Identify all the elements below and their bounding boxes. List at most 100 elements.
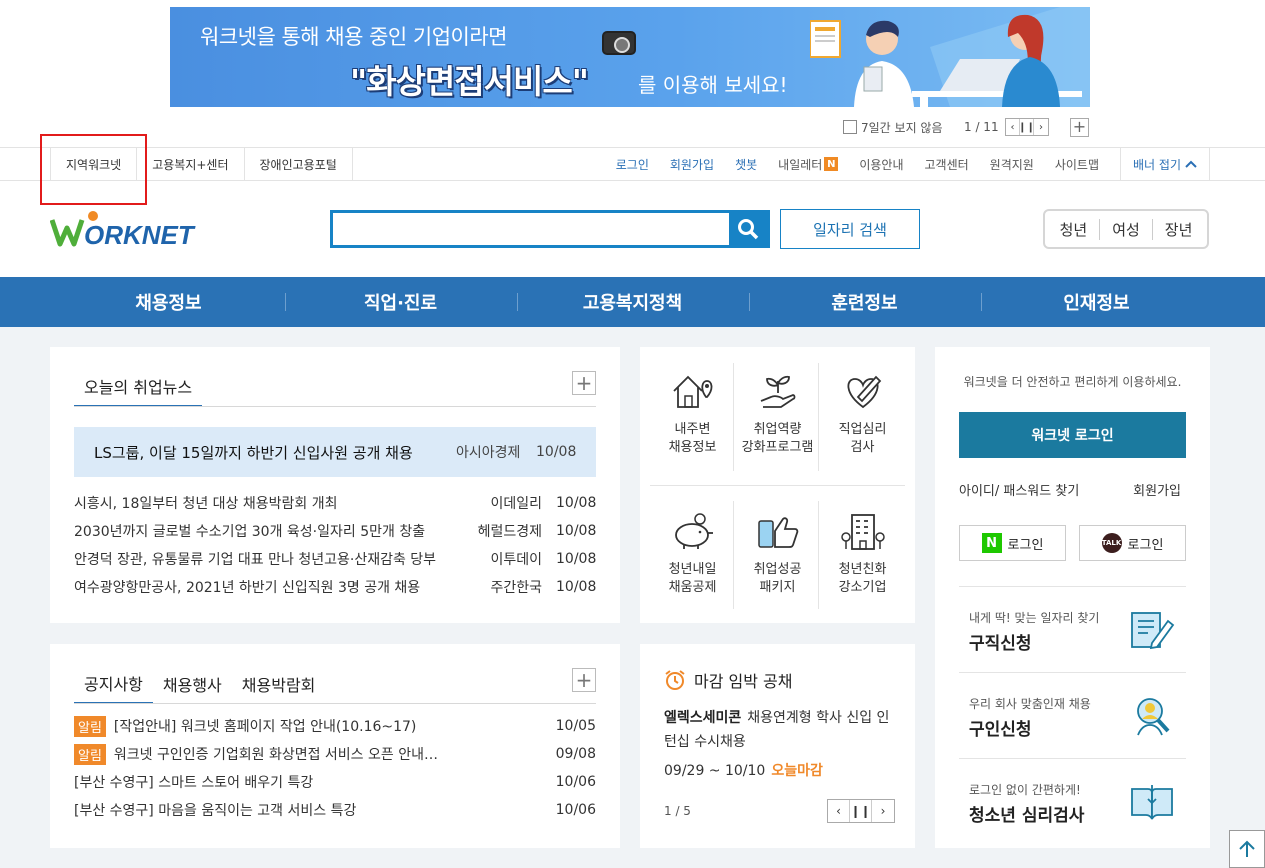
audience-youth[interactable]: 청년	[1048, 219, 1100, 240]
tab-fair[interactable]: 채용박람회	[232, 664, 326, 704]
find-id-link[interactable]: 아이디/ 패스워드 찾기	[959, 480, 1079, 499]
quick-label: 강소기업	[838, 580, 887, 595]
quick-label: 취업성공	[753, 562, 802, 577]
deadline-prev-button[interactable]: ‹	[828, 800, 850, 822]
login-message: 워크넷을 더 안전하고 편리하게 이용하세요.	[963, 375, 1182, 389]
news-item[interactable]: 여수광양항만공사, 2021년 하반기 신입직원 3명 공개 채용 주간한국 1…	[74, 573, 596, 601]
news-headline[interactable]: LS그룹, 이달 15일까지 하반기 신입사원 공개 채용 아시아경제 10/0…	[74, 427, 596, 477]
tab-notice[interactable]: 공지사항	[74, 664, 153, 704]
banner-next-button[interactable]: ›	[1034, 119, 1048, 135]
quick-label: 검사	[850, 440, 875, 455]
camera-icon	[602, 31, 636, 55]
nav-recruit[interactable]: 채용정보	[53, 277, 285, 327]
open-book-icon	[1131, 785, 1173, 820]
worknet-login-button[interactable]: 워크넷 로그인	[959, 412, 1186, 458]
banner-pause-button[interactable]: ❙❙	[1018, 119, 1035, 135]
notice-item[interactable]: 알림 [작업안내] 워크넷 홈페이지 작업 안내(10.16~17) 10/05	[74, 712, 596, 740]
service-sub: 로그인 없이 간편하게!	[969, 783, 1081, 797]
notice-more-button[interactable]: +	[572, 668, 596, 692]
house-location-icon	[672, 375, 712, 408]
search-button[interactable]	[729, 213, 767, 245]
news-more-button[interactable]: +	[572, 371, 596, 395]
headline-date: 10/08	[536, 444, 577, 460]
service-job-seek[interactable]: 내게 딱! 맞는 일자리 찾기 구직신청	[959, 586, 1186, 672]
job-search-button[interactable]: 일자리 검색	[780, 209, 920, 249]
join-link[interactable]: 회원가입	[1133, 480, 1181, 499]
deadline-next-button[interactable]: ›	[872, 800, 894, 822]
nav-welfare[interactable]: 고용복지정책	[516, 277, 749, 327]
service-youth-test[interactable]: 로그인 없이 간편하게! 청소년 심리검사	[959, 758, 1186, 844]
scroll-top-button[interactable]	[1229, 830, 1265, 868]
news-item[interactable]: 시흥시, 18일부터 청년 대상 채용박람회 개최 이데일리 10/08	[74, 489, 596, 517]
quick-success-package[interactable]: 취업성공 패키지	[735, 497, 820, 617]
banner-line2: "화상면접서비스"	[350, 62, 589, 101]
quick-label: 채움공제	[668, 580, 717, 595]
notice-title: [부산 수영구] 마음을 움직이는 고객 서비스 특강	[74, 803, 357, 819]
tab-divider	[74, 703, 596, 704]
banner-fold-button[interactable]: 배너 접기	[1120, 148, 1210, 180]
customer-link[interactable]: 고객센터	[925, 156, 969, 173]
hide-7days[interactable]: 7일간 보지 않음	[843, 117, 943, 137]
service-recruit[interactable]: 우리 회사 맞춤인재 채용 구인신청	[959, 672, 1186, 758]
signup-link[interactable]: 회원가입	[670, 156, 714, 173]
tab-divider	[74, 406, 596, 407]
new-badge: N	[824, 157, 839, 171]
util-bar: 지역워크넷 고용복지+센터 장애인고용포털 로그인 회원가입 챗봇 내일레터 N …	[0, 134, 1265, 205]
letter-link[interactable]: 내일레터 N	[778, 156, 839, 173]
quick-youth-friendly[interactable]: 청년친화 강소기업	[820, 497, 905, 617]
chevron-up-icon	[1185, 160, 1197, 168]
audience-women[interactable]: 여성	[1099, 218, 1152, 240]
sitemap-link[interactable]: 사이트맵	[1055, 156, 1099, 173]
notice-badge: 알림	[74, 715, 106, 737]
banner-plus-button[interactable]: +	[1070, 117, 1089, 137]
kakao-login-button[interactable]: TALK 로그인	[1079, 525, 1186, 561]
nav-training[interactable]: 훈련정보	[748, 277, 981, 327]
notice-date: 09/08	[555, 746, 596, 762]
notice-date: 10/05	[555, 718, 596, 734]
notice-item[interactable]: [부산 수영구] 스마트 스토어 배우기 특강 10/06	[74, 768, 596, 796]
search-input[interactable]	[333, 213, 729, 245]
news-title: 2030년까지 글로벌 수소기업 30개 육성·일자리 5만개 창출	[74, 524, 426, 540]
news-item[interactable]: 안경덕 장관, 유통물류 기업 대표 만나 청년고용·산재감축 당부 이투데이 …	[74, 545, 596, 573]
nav-career[interactable]: 직업·진로	[284, 277, 517, 327]
hide-7days-checkbox[interactable]	[843, 120, 857, 134]
worknet-logo[interactable]: ORKNET	[50, 210, 210, 250]
chatbot-link[interactable]: 챗봇	[735, 156, 757, 173]
notice-item[interactable]: 알림 워크넷 구인인증 기업회원 화상면접 서비스 오픈 안내… 09/08	[74, 740, 596, 768]
sprout-hand-icon	[760, 375, 795, 408]
news-title: 시흥시, 18일부터 청년 대상 채용박람회 개최	[74, 496, 338, 512]
quick-psych-test[interactable]: 직업심리 검사	[820, 357, 905, 477]
quick-employment-program[interactable]: 취업역량 강화프로그램	[735, 357, 820, 477]
deadline-company: 엘렉스세미콘	[664, 710, 742, 726]
remote-link[interactable]: 원격지원	[990, 156, 1034, 173]
quick-label: 패키지	[759, 580, 796, 595]
divider	[818, 501, 819, 609]
link-disabled-portal[interactable]: 장애인고용포털	[243, 148, 353, 180]
link-welfare-center[interactable]: 고용복지+센터	[136, 148, 243, 180]
news-source: 이투데이	[490, 552, 542, 568]
news-source: 이데일리	[490, 496, 542, 512]
guide-link[interactable]: 이용안내	[859, 156, 903, 173]
tab-news[interactable]: 오늘의 취업뉴스	[74, 367, 203, 407]
top-banner[interactable]: 워크넷을 통해 채용 중인 기업이라면 "화상면접서비스" 를 이용해 보세요!	[170, 7, 1090, 107]
quick-youth-savings[interactable]: 청년내일 채움공제	[650, 497, 735, 617]
deadline-job[interactable]: 엘렉스세미콘 채용연계형 학사 신입 인턴십 수시채용	[664, 706, 894, 754]
news-item[interactable]: 2030년까지 글로벌 수소기업 30개 육성·일자리 5만개 창출 헤럴드경제…	[74, 517, 596, 545]
deadline-card: 마감 임박 공채 엘렉스세미콘 채용연계형 학사 신입 인턴십 수시채용 09/2…	[640, 644, 915, 848]
news-source: 주간한국	[490, 580, 542, 596]
banner-line2b: 를 이용해 보세요!	[638, 73, 788, 97]
login-link[interactable]: 로그인	[616, 156, 649, 173]
notice-item[interactable]: [부산 수영구] 마음을 움직이는 고객 서비스 특강 10/06	[74, 796, 596, 824]
tab-events[interactable]: 채용행사	[153, 664, 232, 704]
news-tabs: 오늘의 취업뉴스	[74, 367, 203, 407]
deadline-pause-button[interactable]: ❙❙	[850, 800, 872, 822]
audience-senior[interactable]: 장년	[1151, 218, 1205, 240]
main-nav: 채용정보 직업·진로 고용복지정책 훈련정보 인재정보	[0, 277, 1265, 327]
person-search-icon	[1137, 698, 1170, 736]
quick-nearby-jobs[interactable]: 내주변 채용정보	[650, 357, 735, 477]
notice-tabs: 공지사항 채용행사 채용박람회	[74, 664, 325, 704]
deadline-title: 마감 임박 공채	[694, 672, 793, 691]
naver-login-button[interactable]: N 로그인	[959, 525, 1066, 561]
kakao-login-label: 로그인	[1127, 537, 1164, 553]
nav-talent[interactable]: 인재정보	[980, 277, 1213, 327]
